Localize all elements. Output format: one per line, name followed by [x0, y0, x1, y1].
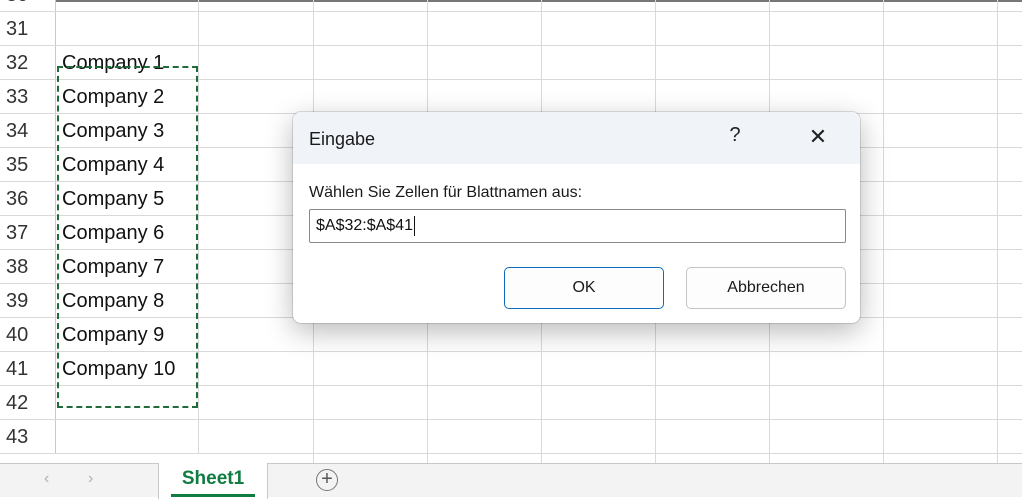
- row-header[interactable]: 36: [0, 182, 56, 215]
- ok-button[interactable]: OK: [504, 267, 664, 309]
- help-icon[interactable]: ?: [725, 124, 745, 147]
- close-icon[interactable]: ✕: [806, 124, 830, 150]
- row-header[interactable]: 39: [0, 284, 56, 317]
- range-input[interactable]: $A$32:$A$41: [309, 209, 846, 243]
- row-header[interactable]: 31: [0, 12, 56, 45]
- chevron-left-icon[interactable]: ‹: [44, 470, 49, 488]
- cell-a[interactable]: [56, 12, 199, 45]
- row-header[interactable]: 41: [0, 352, 56, 385]
- row-30[interactable]: 30: [0, 0, 1022, 12]
- cancel-button[interactable]: Abbrechen: [686, 267, 846, 309]
- row-header[interactable]: 33: [0, 80, 56, 113]
- row-43[interactable]: 43: [0, 420, 1022, 454]
- row-header[interactable]: 38: [0, 250, 56, 283]
- sheet-tab-bar: ‹ › Sheet1 +: [0, 463, 1022, 499]
- dialog-prompt: Wählen Sie Zellen für Blattnamen aus:: [309, 184, 583, 201]
- row-header[interactable]: 42: [0, 386, 56, 419]
- row-header[interactable]: 43: [0, 420, 56, 453]
- plus-circle-icon[interactable]: +: [316, 469, 338, 491]
- dialog-title: Eingabe: [309, 129, 376, 149]
- row-header[interactable]: 35: [0, 148, 56, 181]
- row-header[interactable]: 34: [0, 114, 56, 147]
- row-header[interactable]: 30: [0, 0, 56, 11]
- text-caret: [413, 215, 415, 236]
- row-header[interactable]: 37: [0, 216, 56, 249]
- cell-a[interactable]: [56, 420, 199, 453]
- copy-selection-marquee: [57, 66, 198, 408]
- range-input-value: $A$32:$A$41: [316, 217, 413, 234]
- row-header[interactable]: 40: [0, 318, 56, 351]
- row-31[interactable]: 31: [0, 12, 1022, 46]
- dialog-title-bar[interactable]: Eingabe ? ✕: [293, 112, 860, 164]
- input-dialog: Eingabe ? ✕ Wählen Sie Zellen für Blattn…: [293, 112, 860, 323]
- cell-a[interactable]: [56, 0, 199, 11]
- chevron-right-icon[interactable]: ›: [88, 470, 93, 488]
- row-header[interactable]: 32: [0, 46, 56, 79]
- sheet-tab-active[interactable]: Sheet1: [158, 463, 268, 499]
